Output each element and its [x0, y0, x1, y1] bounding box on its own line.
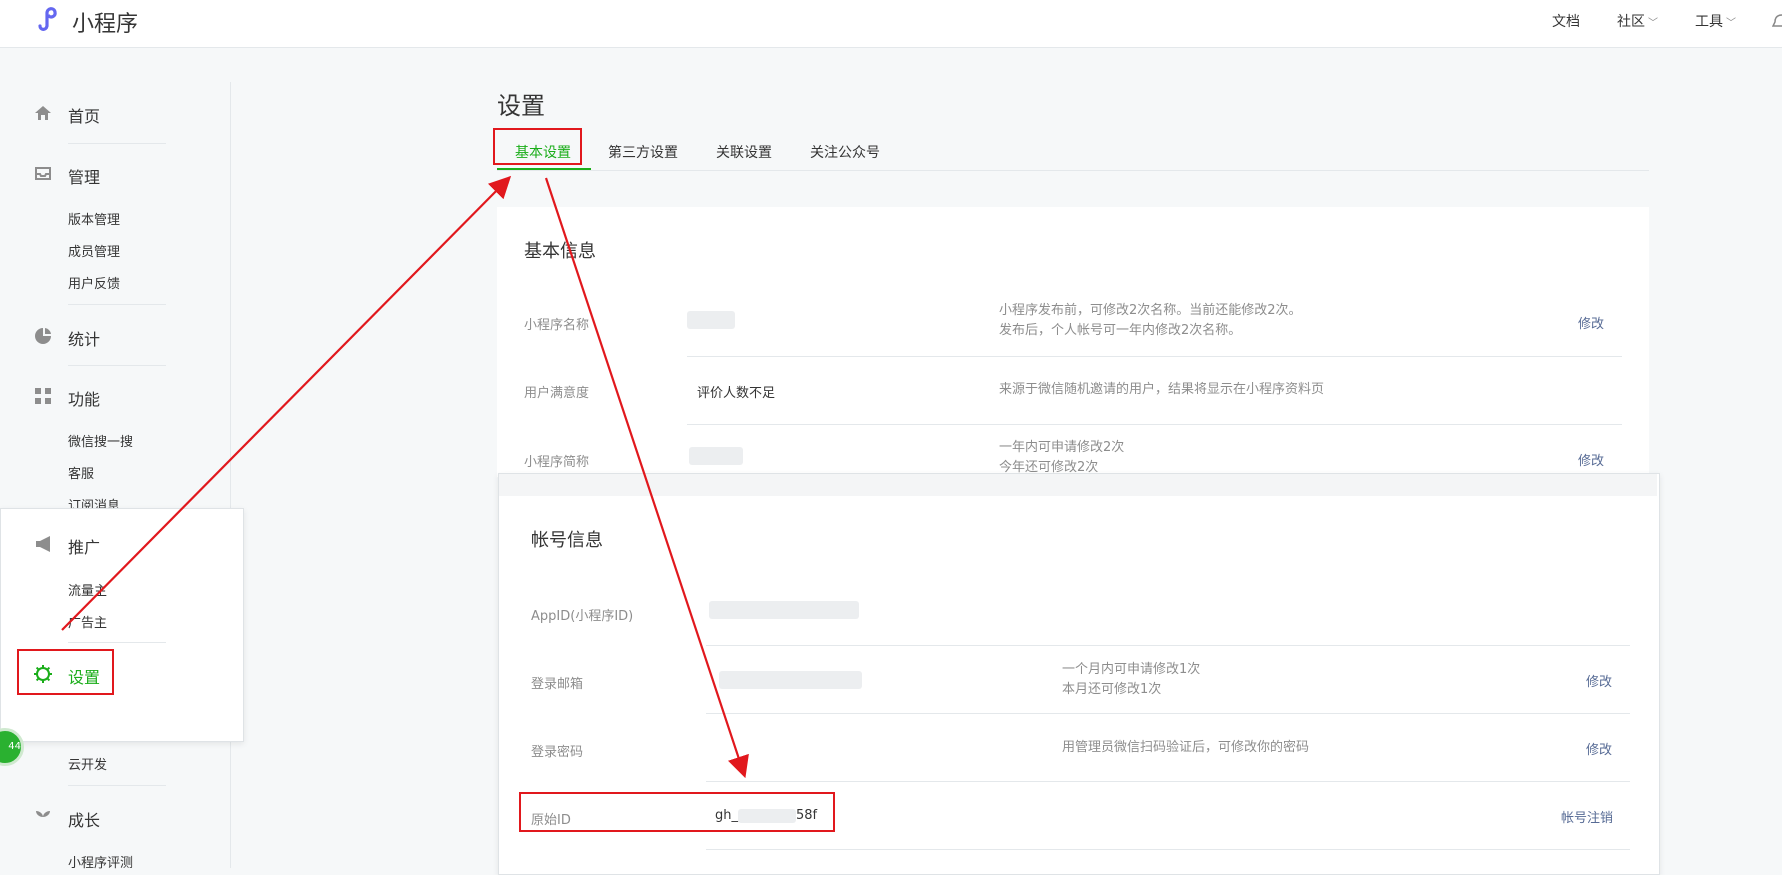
annotation-arrows [61, 175, 749, 779]
arrow-to-original-id [544, 177, 749, 779]
arrow-to-basic-tab [61, 175, 512, 631]
